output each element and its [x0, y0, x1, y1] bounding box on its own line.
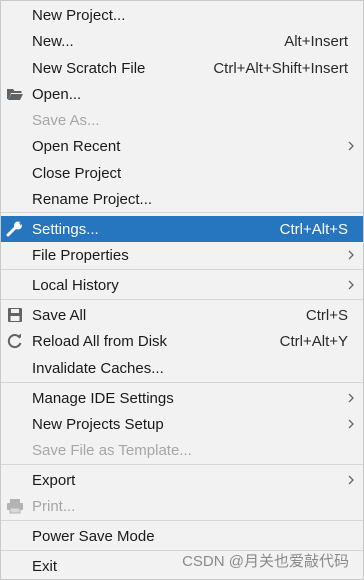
menu-item-label: Save As...: [32, 111, 100, 129]
menu-item-manage-ide-settings[interactable]: Manage IDE Settings: [1, 385, 363, 411]
menu-item-new-scratch-file[interactable]: New Scratch File Ctrl+Alt+Shift+Insert: [1, 55, 363, 81]
menu-item-shortcut: Ctrl+S: [305, 306, 348, 324]
menu-item-settings[interactable]: Settings... Ctrl+Alt+S: [1, 216, 363, 242]
menu-item-label: Save File as Template...: [32, 441, 192, 459]
menu-separator: [1, 269, 363, 270]
menu-item-file-properties[interactable]: File Properties: [1, 242, 363, 268]
menu-separator: [1, 464, 363, 465]
menu-item-label: New...: [32, 32, 74, 50]
menu-item-close-project[interactable]: Close Project: [1, 160, 363, 186]
menu-item-shortcut: Ctrl+Alt+Y: [279, 332, 348, 350]
menu-item-label: Rename Project...: [32, 190, 153, 208]
menu-item-save-all[interactable]: Save All Ctrl+S: [1, 302, 363, 328]
save-icon: [6, 306, 24, 324]
menu-item-label: New Scratch File: [32, 59, 146, 77]
chevron-right-icon: [348, 141, 354, 151]
menu-item-open[interactable]: Open...: [1, 81, 363, 107]
menu-item-label: Save All: [32, 306, 87, 324]
file-menu: New Project... New... Alt+Insert New Scr…: [0, 0, 364, 580]
menu-separator: [1, 520, 363, 521]
folder-open-icon: [6, 85, 24, 103]
menu-item-label: Reload All from Disk: [32, 332, 168, 350]
menu-item-open-recent[interactable]: Open Recent: [1, 133, 363, 159]
menu-separator: [1, 212, 363, 213]
chevron-right-icon: [348, 280, 354, 290]
menu-item-label: Print...: [32, 497, 76, 515]
menu-item-rename-project[interactable]: Rename Project...: [1, 186, 363, 212]
menu-item-export[interactable]: Export: [1, 467, 363, 493]
menu-item-label: Power Save Mode: [32, 527, 155, 545]
menu-item-save-file-as-template: Save File as Template...: [1, 437, 363, 463]
menu-item-shortcut: Alt+Insert: [284, 32, 348, 50]
chevron-right-icon: [348, 393, 354, 403]
menu-item-label: Settings...: [32, 220, 99, 238]
menu-item-label: New Project...: [32, 6, 126, 24]
reload-icon: [6, 332, 24, 350]
menu-separator: [1, 382, 363, 383]
watermark: CSDN @月关也爱敲代码: [182, 553, 349, 570]
chevron-right-icon: [348, 419, 354, 429]
menu-item-new[interactable]: New... Alt+Insert: [1, 28, 363, 54]
menu-item-print: Print...: [1, 493, 363, 519]
menu-item-label: Exit: [32, 557, 58, 575]
menu-item-label: Open...: [32, 85, 82, 103]
chevron-right-icon: [348, 250, 354, 260]
menu-separator: [1, 299, 363, 300]
printer-icon: [6, 497, 24, 515]
menu-item-reload-all-from-disk[interactable]: Reload All from Disk Ctrl+Alt+Y: [1, 328, 363, 354]
menu-item-shortcut: Ctrl+Alt+Shift+Insert: [213, 59, 348, 77]
menu-item-label: Open Recent: [32, 137, 121, 155]
menu-item-shortcut: Ctrl+Alt+S: [279, 220, 348, 238]
menu-item-save-as: Save As...: [1, 107, 363, 133]
menu-item-local-history[interactable]: Local History: [1, 272, 363, 298]
menu-item-label: Close Project: [32, 164, 122, 182]
menu-item-label: Invalidate Caches...: [32, 359, 164, 377]
menu-item-power-save-mode[interactable]: Power Save Mode: [1, 523, 363, 549]
menu-item-new-project[interactable]: New Project...: [1, 2, 363, 28]
menu-item-label: Export: [32, 471, 76, 489]
wrench-icon: [6, 220, 24, 238]
chevron-right-icon: [348, 475, 354, 485]
menu-item-label: New Projects Setup: [32, 415, 164, 433]
menu-item-label: Local History: [32, 276, 119, 294]
menu-item-new-projects-setup[interactable]: New Projects Setup: [1, 411, 363, 437]
menu-item-invalidate-caches[interactable]: Invalidate Caches...: [1, 355, 363, 381]
menu-item-label: File Properties: [32, 246, 129, 264]
menu-item-label: Manage IDE Settings: [32, 389, 174, 407]
